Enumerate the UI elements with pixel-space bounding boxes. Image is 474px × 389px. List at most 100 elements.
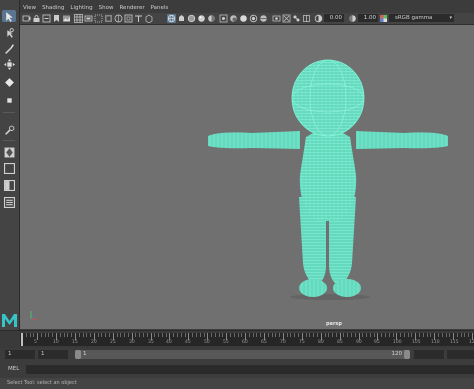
time-tick	[427, 333, 428, 337]
time-tick-label: 15	[72, 340, 78, 345]
smooth-shade-icon[interactable]	[177, 14, 186, 23]
playback-end-field[interactable]	[414, 350, 444, 359]
time-tick	[196, 333, 197, 337]
time-tick	[26, 333, 27, 337]
time-tick	[71, 333, 72, 337]
time-tick	[290, 333, 291, 337]
panel-menu-bar: View Shading Lighting Show Renderer Pane…	[20, 4, 168, 13]
range-slider[interactable]: 1 120	[75, 350, 410, 359]
menu-panels[interactable]: Panels	[148, 4, 172, 13]
wireframe-icon[interactable]	[167, 14, 176, 23]
image-plane-icon[interactable]	[62, 14, 71, 23]
four-view-layout-icon[interactable]	[2, 146, 16, 158]
shadows-icon[interactable]	[219, 14, 228, 23]
playback-start-field[interactable]: 1	[38, 350, 68, 359]
gamma-icon[interactable]	[348, 14, 357, 23]
time-tick-label: 75	[299, 340, 305, 345]
wireframe-on-shaded-icon[interactable]	[187, 14, 196, 23]
time-tick	[347, 333, 348, 337]
paint-select-icon[interactable]	[2, 42, 16, 54]
mel-input[interactable]	[26, 365, 474, 374]
time-tick-label: 115	[450, 340, 459, 345]
time-tick	[464, 333, 465, 337]
two-view-layout-icon[interactable]	[2, 179, 16, 191]
move-icon[interactable]	[2, 58, 16, 70]
anti-aliasing-icon[interactable]	[249, 14, 258, 23]
menu-lighting[interactable]: Lighting	[67, 4, 95, 13]
time-slider[interactable]: 5 10 15 20 25 30 35 40 45 50 55 60 65 70 75 80 85 90 95 100…	[0, 330, 474, 348]
animation-end-field[interactable]	[447, 350, 474, 359]
backface-culling-icon[interactable]	[302, 14, 311, 23]
playhead[interactable]	[21, 333, 23, 346]
panel-toolbar: 0.00 1.00 sRGB gamma ▾	[20, 13, 474, 25]
lock-camera-icon[interactable]	[32, 14, 41, 23]
lasso-icon[interactable]	[2, 27, 16, 39]
time-tick	[204, 333, 205, 337]
color-management-icon[interactable]	[379, 14, 388, 23]
lighting-icon[interactable]	[207, 14, 216, 23]
bookmark-icon[interactable]	[52, 14, 61, 23]
sculpt-icon[interactable]	[2, 124, 16, 136]
camera-attributes-icon[interactable]	[42, 14, 51, 23]
range-start-label: 1	[83, 351, 87, 357]
grid-icon[interactable]	[74, 14, 83, 23]
time-tick	[374, 333, 375, 337]
time-tick	[211, 333, 212, 337]
range-start-handle[interactable]	[75, 350, 81, 359]
film-gate-icon[interactable]	[84, 14, 93, 23]
gate-mask-icon[interactable]	[104, 14, 113, 23]
resolution-gate-icon[interactable]	[94, 14, 103, 23]
time-tick	[332, 333, 333, 337]
outliner-layout-icon[interactable]	[2, 196, 16, 208]
bounding-box-icon[interactable]	[144, 14, 153, 24]
time-tick	[41, 333, 42, 337]
safe-title-icon[interactable]	[134, 14, 143, 23]
view-transform-dropdown[interactable]: sRGB gamma ▾	[389, 14, 454, 22]
time-tick	[200, 333, 201, 337]
motion-blur-icon[interactable]	[239, 14, 248, 23]
time-tick	[219, 333, 220, 337]
toolbox-separator	[3, 140, 15, 141]
menu-show[interactable]: Show	[96, 4, 117, 13]
isolate-select-icon[interactable]	[272, 14, 281, 23]
time-tick	[442, 333, 443, 337]
safe-action-icon[interactable]	[124, 14, 133, 23]
time-tick-label: 35	[148, 340, 154, 345]
viewport-persp[interactable]: persp	[20, 25, 474, 329]
time-tick	[325, 333, 326, 337]
time-tick	[434, 333, 435, 340]
scale-icon[interactable]	[2, 94, 16, 106]
screen-space-ao-icon[interactable]	[229, 14, 238, 23]
maya-logo-icon	[2, 314, 17, 327]
time-tick	[362, 333, 363, 337]
mel-label[interactable]: MEL	[8, 366, 19, 372]
time-tick-label: 80	[318, 340, 324, 345]
time-tick	[400, 333, 401, 337]
toolbox-separator	[3, 112, 15, 113]
xray-joints-icon[interactable]	[292, 14, 301, 23]
field-chart-icon[interactable]	[114, 14, 123, 23]
menu-renderer[interactable]: Renderer	[116, 4, 147, 13]
select-camera-icon[interactable]	[22, 14, 31, 23]
time-tick	[109, 333, 110, 337]
gamma-field[interactable]: 1.00	[358, 14, 378, 22]
time-tick	[309, 333, 310, 337]
exposure-icon[interactable]	[314, 14, 323, 23]
time-tick	[415, 333, 416, 340]
time-track[interactable]: 5 10 15 20 25 30 35 40 45 50 55 60 65 70 75 80 85 90 95 100…	[20, 333, 474, 346]
single-view-layout-icon[interactable]	[2, 162, 16, 174]
rotate-icon[interactable]	[2, 76, 16, 88]
menu-shading[interactable]: Shading	[39, 4, 67, 13]
menu-view[interactable]: View	[20, 4, 39, 13]
animation-start-field[interactable]: 1	[5, 350, 35, 359]
range-end-handle[interactable]	[404, 350, 410, 359]
depth-of-field-icon[interactable]	[259, 14, 268, 23]
textured-icon[interactable]	[197, 14, 206, 23]
select-arrow-icon[interactable]	[2, 10, 16, 22]
time-tick	[238, 333, 239, 337]
character-wireframe[interactable]	[20, 25, 474, 329]
xray-icon[interactable]	[282, 14, 291, 23]
time-tick	[377, 333, 378, 340]
exposure-field[interactable]: 0.00	[324, 14, 344, 22]
time-tick	[105, 333, 106, 337]
